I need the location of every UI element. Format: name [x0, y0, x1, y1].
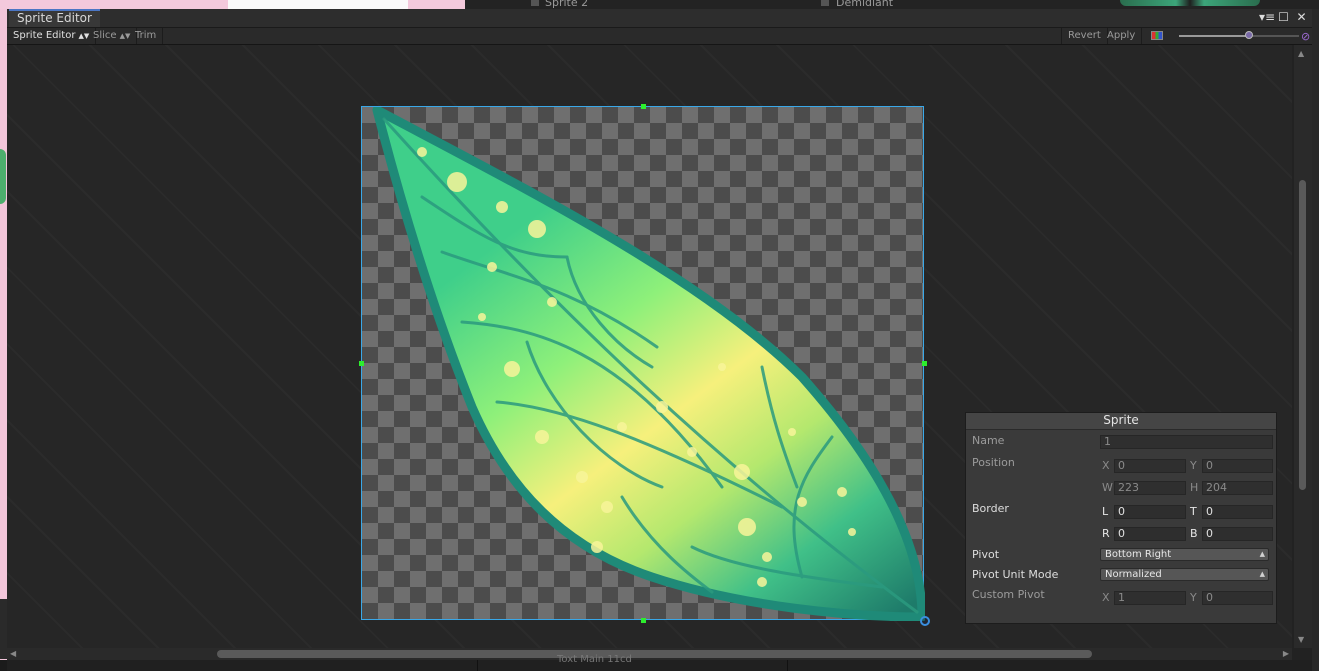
pivot-unit-mode-label: Pivot Unit Mode	[972, 568, 1059, 581]
hierarchy-expand-icon	[531, 0, 539, 6]
background-leaf-preview	[1120, 0, 1260, 6]
position-y-label: Y	[1190, 459, 1197, 472]
zoom-slider-thumb[interactable]	[1244, 31, 1253, 39]
resize-handle-bottom[interactable]	[641, 618, 646, 623]
sprite-selection-rect[interactable]	[361, 106, 925, 621]
background-editor-strip: Sprite 2 Demidiant	[0, 0, 1319, 9]
border-label: Border	[972, 502, 1009, 515]
hierarchy-expand-icon	[821, 0, 829, 6]
resize-handle-left[interactable]	[359, 361, 364, 366]
menu-icon[interactable]: ▾≡	[1259, 10, 1275, 24]
hierarchy-item-sprite-2: Sprite 2	[545, 0, 589, 9]
pivot-dropdown-value: Bottom Right	[1105, 549, 1172, 560]
size-w-label: W	[1102, 481, 1113, 494]
custom-pivot-y-label: Y	[1190, 591, 1197, 604]
custom-pivot-x-field[interactable]: 1	[1114, 591, 1186, 605]
position-x-label: X	[1102, 459, 1110, 472]
resize-handle-right[interactable]	[922, 361, 927, 366]
scroll-right-icon[interactable]: ▶	[1283, 648, 1289, 660]
mip-level-icon[interactable]: ⊘	[1301, 30, 1310, 43]
window-tab[interactable]: Sprite Editor	[9, 9, 100, 27]
panel-title: Sprite	[966, 413, 1276, 430]
zoom-slider[interactable]	[1179, 31, 1299, 39]
horizontal-scrollbar[interactable]: ◀ ▶	[7, 648, 1292, 660]
scroll-up-icon[interactable]: ▲	[1298, 49, 1304, 58]
position-y-field[interactable]: 0	[1202, 459, 1273, 473]
pivot-label: Pivot	[972, 548, 1000, 561]
border-b-label: B	[1190, 527, 1198, 540]
custom-pivot-label: Custom Pivot	[972, 588, 1045, 601]
chevron-updown-icon: ▲	[1259, 570, 1265, 578]
border-r-field[interactable]: 0	[1114, 527, 1186, 541]
size-h-label: H	[1190, 481, 1199, 494]
slice-dropdown-label: Slice	[93, 30, 117, 41]
trim-button[interactable]: Trim	[129, 28, 164, 44]
editor-toolbar: Sprite Editor ▲▼ Slice ▲▼ Trim Revert Appl…	[7, 28, 1312, 45]
mode-dropdown-label: Sprite Editor	[13, 30, 76, 41]
hierarchy-item-demidiant: Demidiant	[836, 0, 894, 9]
border-l-label: L	[1102, 505, 1109, 518]
position-x-field[interactable]: 0	[1114, 459, 1186, 473]
apply-button[interactable]: Apply	[1101, 28, 1143, 44]
window-titlebar: Sprite Editor ▾≡ ☐ ✕	[7, 9, 1312, 28]
vertical-scrollbar[interactable]: ▲ ▼	[1294, 45, 1312, 648]
border-t-label: T	[1190, 505, 1197, 518]
pivot-handle[interactable]	[920, 616, 930, 626]
resize-handle-top[interactable]	[641, 104, 646, 109]
background-panel-edge	[1312, 9, 1319, 671]
background-scene-view	[0, 0, 465, 9]
custom-pivot-x-label: X	[1102, 591, 1110, 604]
scroll-left-icon[interactable]: ◀	[10, 648, 16, 660]
border-t-field[interactable]: 0	[1202, 505, 1273, 519]
size-h-field[interactable]: 204	[1202, 481, 1273, 495]
close-icon[interactable]: ✕	[1295, 10, 1308, 24]
background-scene-edge	[0, 9, 7, 660]
leaf-sprite-image	[372, 107, 925, 621]
horizontal-scroll-thumb[interactable]	[217, 650, 1092, 658]
zoom-slider-fill	[1179, 35, 1249, 37]
border-b-field[interactable]: 0	[1202, 527, 1273, 541]
pivot-unit-mode-dropdown[interactable]: Normalized ▲	[1100, 568, 1269, 581]
sprite-inspector-panel: Sprite Name 1 Position X 0 Y 0 W 223 H 2…	[965, 412, 1277, 624]
size-w-field[interactable]: 223	[1114, 481, 1186, 495]
name-label: Name	[972, 434, 1005, 447]
scroll-down-icon[interactable]: ▼	[1298, 635, 1304, 644]
vertical-scroll-thumb[interactable]	[1299, 180, 1306, 490]
custom-pivot-y-field[interactable]: 0	[1202, 591, 1273, 605]
border-l-field[interactable]: 0	[1114, 505, 1186, 519]
background-bottom-strip: Toxt Main 11cd	[7, 654, 1312, 671]
position-label: Position	[972, 456, 1015, 469]
chevron-updown-icon: ▲	[1259, 550, 1265, 558]
name-field[interactable]: 1	[1100, 435, 1273, 449]
background-bottom-text: Toxt Main 11cd	[557, 654, 632, 665]
pivot-dropdown[interactable]: Bottom Right ▲	[1100, 548, 1269, 561]
mode-dropdown[interactable]: Sprite Editor ▲▼	[7, 28, 97, 44]
maximize-icon[interactable]: ☐	[1277, 10, 1290, 24]
color-channel-icon[interactable]	[1151, 31, 1163, 40]
pivot-unit-mode-value: Normalized	[1105, 569, 1162, 580]
border-r-label: R	[1102, 527, 1110, 540]
